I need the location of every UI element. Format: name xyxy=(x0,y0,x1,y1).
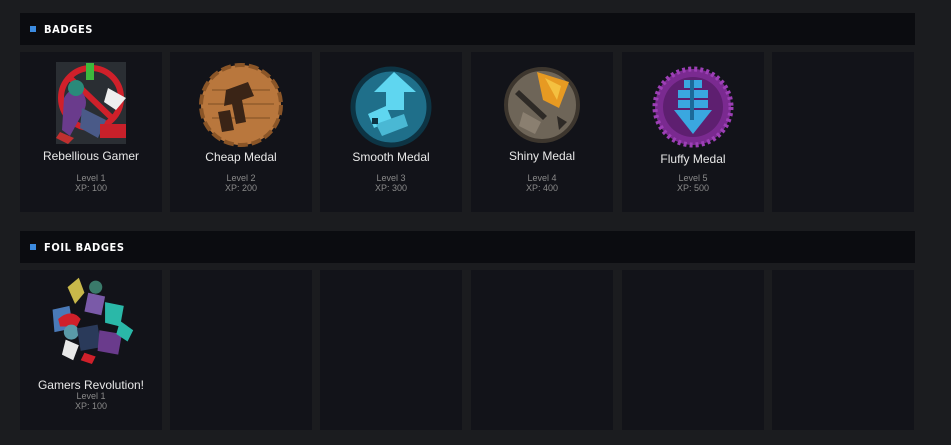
badge-card-rebellious-gamer[interactable]: Rebellious Gamer Level 1 XP: 100 xyxy=(20,52,162,212)
badge-name: Smooth Medal xyxy=(352,150,430,164)
badges-section-title: BADGES xyxy=(44,22,94,36)
badge-name: Gamers Revolution! xyxy=(37,378,145,392)
badge-card-shiny-medal[interactable]: Shiny Medal Level 4 XP: 400 xyxy=(471,52,613,212)
badge-name: Rebellious Gamer xyxy=(42,149,140,163)
badge-card-fluffy-medal[interactable]: Fluffy Medal Level 5 XP: 500 xyxy=(622,52,764,212)
badge-name: Shiny Medal xyxy=(508,149,576,163)
foil-badge-card-empty xyxy=(170,270,312,430)
badge-card-cheap-medal[interactable]: Cheap Medal Level 2 XP: 200 xyxy=(170,52,312,212)
fluffy-medal-badge-icon xyxy=(652,66,734,148)
badge-level: Level 1 xyxy=(76,391,106,401)
badge-level: Level 4 xyxy=(527,173,557,183)
smooth-medal-badge-icon xyxy=(350,66,432,148)
gamers-revolution-badge-icon xyxy=(52,277,134,364)
badge-card-smooth-medal[interactable]: Smooth Medal Level 3 XP: 300 xyxy=(320,52,462,212)
cheap-medal-badge-icon xyxy=(199,63,283,147)
badge-xp: XP: 300 xyxy=(374,183,408,193)
foil-badge-card-empty xyxy=(320,270,462,430)
foil-badges-row: Gamers Revolution! Level 1 XP: 100 xyxy=(20,270,915,430)
foil-badge-card-empty xyxy=(772,270,914,430)
badge-level: Level 5 xyxy=(678,173,708,183)
badges-section-header: BADGES xyxy=(20,13,915,45)
badge-level: Level 3 xyxy=(376,173,406,183)
badge-xp: XP: 100 xyxy=(74,401,108,411)
badge-name: Cheap Medal xyxy=(205,150,277,164)
badge-name: Fluffy Medal xyxy=(660,152,726,166)
badge-card-empty xyxy=(772,52,914,212)
foil-badges-section-title: FOIL BADGES xyxy=(44,240,125,254)
badge-xp: XP: 400 xyxy=(525,183,559,193)
badge-level: Level 1 xyxy=(76,173,106,183)
header-bullet-icon xyxy=(30,244,36,250)
foil-badge-card-gamers-revolution[interactable]: Gamers Revolution! Level 1 XP: 100 xyxy=(20,270,162,430)
header-bullet-icon xyxy=(30,26,36,32)
shiny-medal-badge-icon xyxy=(504,67,580,143)
rebellious-gamer-badge-icon xyxy=(56,62,126,144)
badge-xp: XP: 100 xyxy=(74,183,108,193)
foil-badge-card-empty xyxy=(471,270,613,430)
badge-xp: XP: 500 xyxy=(676,183,710,193)
badge-level: Level 2 xyxy=(226,173,256,183)
badges-row: Rebellious Gamer Level 1 XP: 100 Cheap M… xyxy=(20,52,915,212)
badge-xp: XP: 200 xyxy=(224,183,258,193)
foil-badges-section-header: FOIL BADGES xyxy=(20,231,915,263)
foil-badge-card-empty xyxy=(622,270,764,430)
